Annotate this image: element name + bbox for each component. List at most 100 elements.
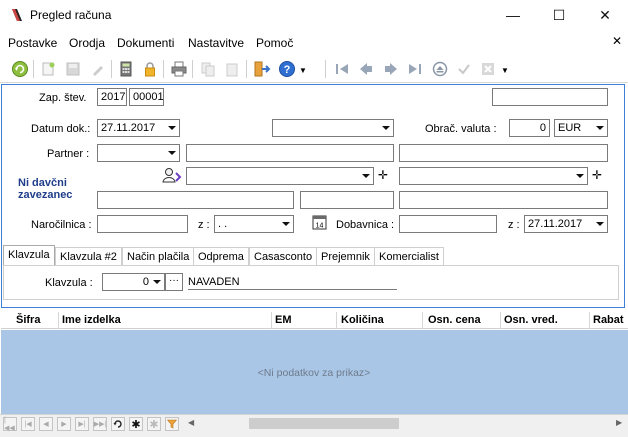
svg-text:?: ?	[284, 64, 291, 76]
contact-person-icon[interactable]	[162, 167, 182, 183]
filter-icon[interactable]	[165, 417, 179, 431]
print-icon[interactable]	[169, 59, 189, 79]
asterisk-cancel-icon[interactable]: ✱	[147, 417, 161, 431]
datum-dok-label: Datum dok.:	[31, 123, 91, 135]
reference-field[interactable]	[492, 88, 608, 106]
dobavnica-field[interactable]	[399, 215, 497, 233]
datum-dok-picker[interactable]: 27.11.2017	[97, 119, 180, 137]
tab-komercialist[interactable]: Komercialist	[374, 247, 444, 265]
dobavnica-label: Dobavnica :	[336, 219, 395, 231]
document-type-select[interactable]	[272, 119, 394, 137]
confirm-icon[interactable]	[454, 59, 474, 79]
calendar-icon[interactable]: 14	[312, 215, 327, 230]
zap-number-field[interactable]: 00001	[129, 88, 164, 106]
empty-grid-message: <Ni podatkov za prikaz>	[257, 367, 371, 379]
scroll-left-icon[interactable]: ◀	[188, 418, 194, 427]
next-record-icon[interactable]	[381, 59, 401, 79]
column-rabat[interactable]: Rabat	[593, 314, 624, 326]
app-icon	[12, 9, 22, 21]
address-line-field[interactable]	[97, 191, 294, 209]
eject-icon[interactable]	[430, 59, 450, 79]
nav-next-button[interactable]: ▶	[57, 417, 71, 431]
close-button[interactable]: ✕	[582, 0, 628, 30]
delivery-address-select[interactable]	[399, 167, 588, 185]
last-record-icon[interactable]	[405, 59, 425, 79]
menu-nastavitve[interactable]: Nastavitve	[188, 36, 244, 50]
refresh-icon[interactable]	[10, 59, 30, 79]
scrollbar-thumb[interactable]	[249, 418, 399, 429]
add-address-icon[interactable]: ✛	[592, 168, 602, 182]
scroll-right-icon[interactable]: ▶	[616, 418, 622, 427]
calculator-icon[interactable]	[116, 59, 136, 79]
nav-first-button[interactable]: |◀	[21, 417, 35, 431]
asterisk-icon[interactable]: ✱	[129, 417, 143, 431]
klavzula-lookup-button[interactable]: ···	[165, 273, 183, 291]
postal-field[interactable]	[300, 191, 394, 209]
more-dropdown-icon[interactable]: ▼	[501, 66, 509, 75]
contact-select[interactable]	[186, 167, 374, 185]
klavzula-value: 0	[142, 276, 149, 288]
column-separator	[589, 312, 590, 329]
lock-icon[interactable]	[140, 59, 160, 79]
column-osn-vred[interactable]: Osn. vred.	[504, 314, 558, 326]
edit-icon[interactable]	[88, 59, 108, 79]
dobavnica-date-value: 27.11.2017	[528, 218, 583, 230]
menu-close-icon[interactable]: ✕	[612, 34, 622, 48]
column-kolicina[interactable]: Količina	[341, 314, 384, 326]
nav-last-page-button[interactable]: ▶▶|	[93, 417, 107, 431]
column-ime-izdelka[interactable]: Ime izdelka	[62, 314, 121, 326]
undo-icon[interactable]	[111, 417, 125, 431]
nav-last-button[interactable]: ▶|	[75, 417, 89, 431]
menu-orodja[interactable]: Orodja	[69, 36, 105, 50]
column-separator	[271, 312, 272, 329]
help-icon[interactable]: ?	[277, 59, 297, 79]
tab-odprema[interactable]: Odprema	[193, 247, 249, 265]
tab-casasconto[interactable]: Casasconto	[249, 247, 318, 265]
klavzula-select[interactable]: 0	[102, 273, 165, 291]
tab-nacin-placila[interactable]: Način plačila	[122, 247, 195, 265]
tab-prejemnik[interactable]: Prejemnik	[316, 247, 375, 265]
tab-klavzula[interactable]: Klavzula	[3, 245, 55, 266]
dobavnica-date-picker[interactable]: 27.11.2017	[524, 215, 608, 233]
chevron-down-icon	[382, 126, 390, 130]
tax-status-line-2: zavezanec	[18, 189, 73, 201]
cancel-icon[interactable]	[478, 59, 498, 79]
menu-pomoc[interactable]: Pomoč	[256, 36, 293, 50]
help-dropdown-icon[interactable]: ▼	[299, 66, 307, 75]
exchange-rate-field[interactable]: 0	[509, 119, 550, 137]
partner-code-select[interactable]	[97, 144, 180, 162]
nav-previous-button[interactable]: ◀	[39, 417, 53, 431]
minimize-button[interactable]: —	[490, 0, 536, 30]
tax-status-line-1: Ni davčni	[18, 177, 67, 189]
menu-dokumenti[interactable]: Dokumenti	[117, 36, 174, 50]
narocilnica-date-value: . .	[218, 218, 228, 230]
copy-icon[interactable]	[198, 59, 218, 79]
column-separator	[422, 312, 423, 329]
narocilnica-date-picker[interactable]: . .	[214, 215, 294, 233]
add-contact-icon[interactable]: ✛	[378, 168, 388, 182]
column-em[interactable]: EM	[275, 314, 292, 326]
narocilnica-field[interactable]	[97, 215, 188, 233]
menu-postavke[interactable]: Postavke	[8, 36, 57, 50]
paste-icon[interactable]	[222, 59, 242, 79]
column-separator	[500, 312, 501, 329]
zap-stev-label: Zap. štev.	[39, 92, 87, 104]
partner-name-field[interactable]	[186, 144, 394, 162]
nav-first-page-button[interactable]: |◀◀	[3, 417, 17, 432]
first-record-icon[interactable]	[332, 59, 352, 79]
chevron-down-icon	[576, 174, 584, 178]
tab-klavzula-2[interactable]: Klavzula #2	[55, 247, 122, 265]
save-icon[interactable]	[63, 59, 83, 79]
maximize-button[interactable]: ☐	[536, 0, 582, 30]
toolbar-separator	[111, 60, 112, 78]
column-sifra[interactable]: Šifra	[16, 314, 40, 326]
currency-select[interactable]: EUR	[554, 119, 608, 137]
new-document-icon[interactable]	[38, 59, 58, 79]
zap-year-field[interactable]: 2017	[97, 88, 127, 106]
exit-icon[interactable]	[252, 59, 272, 79]
previous-record-icon[interactable]	[356, 59, 376, 79]
datum-dok-value: 27.11.2017	[101, 122, 156, 134]
column-osn-cena[interactable]: Osn. cena	[428, 314, 481, 326]
city-field[interactable]	[399, 191, 608, 209]
partner-extra-field[interactable]	[399, 144, 608, 162]
